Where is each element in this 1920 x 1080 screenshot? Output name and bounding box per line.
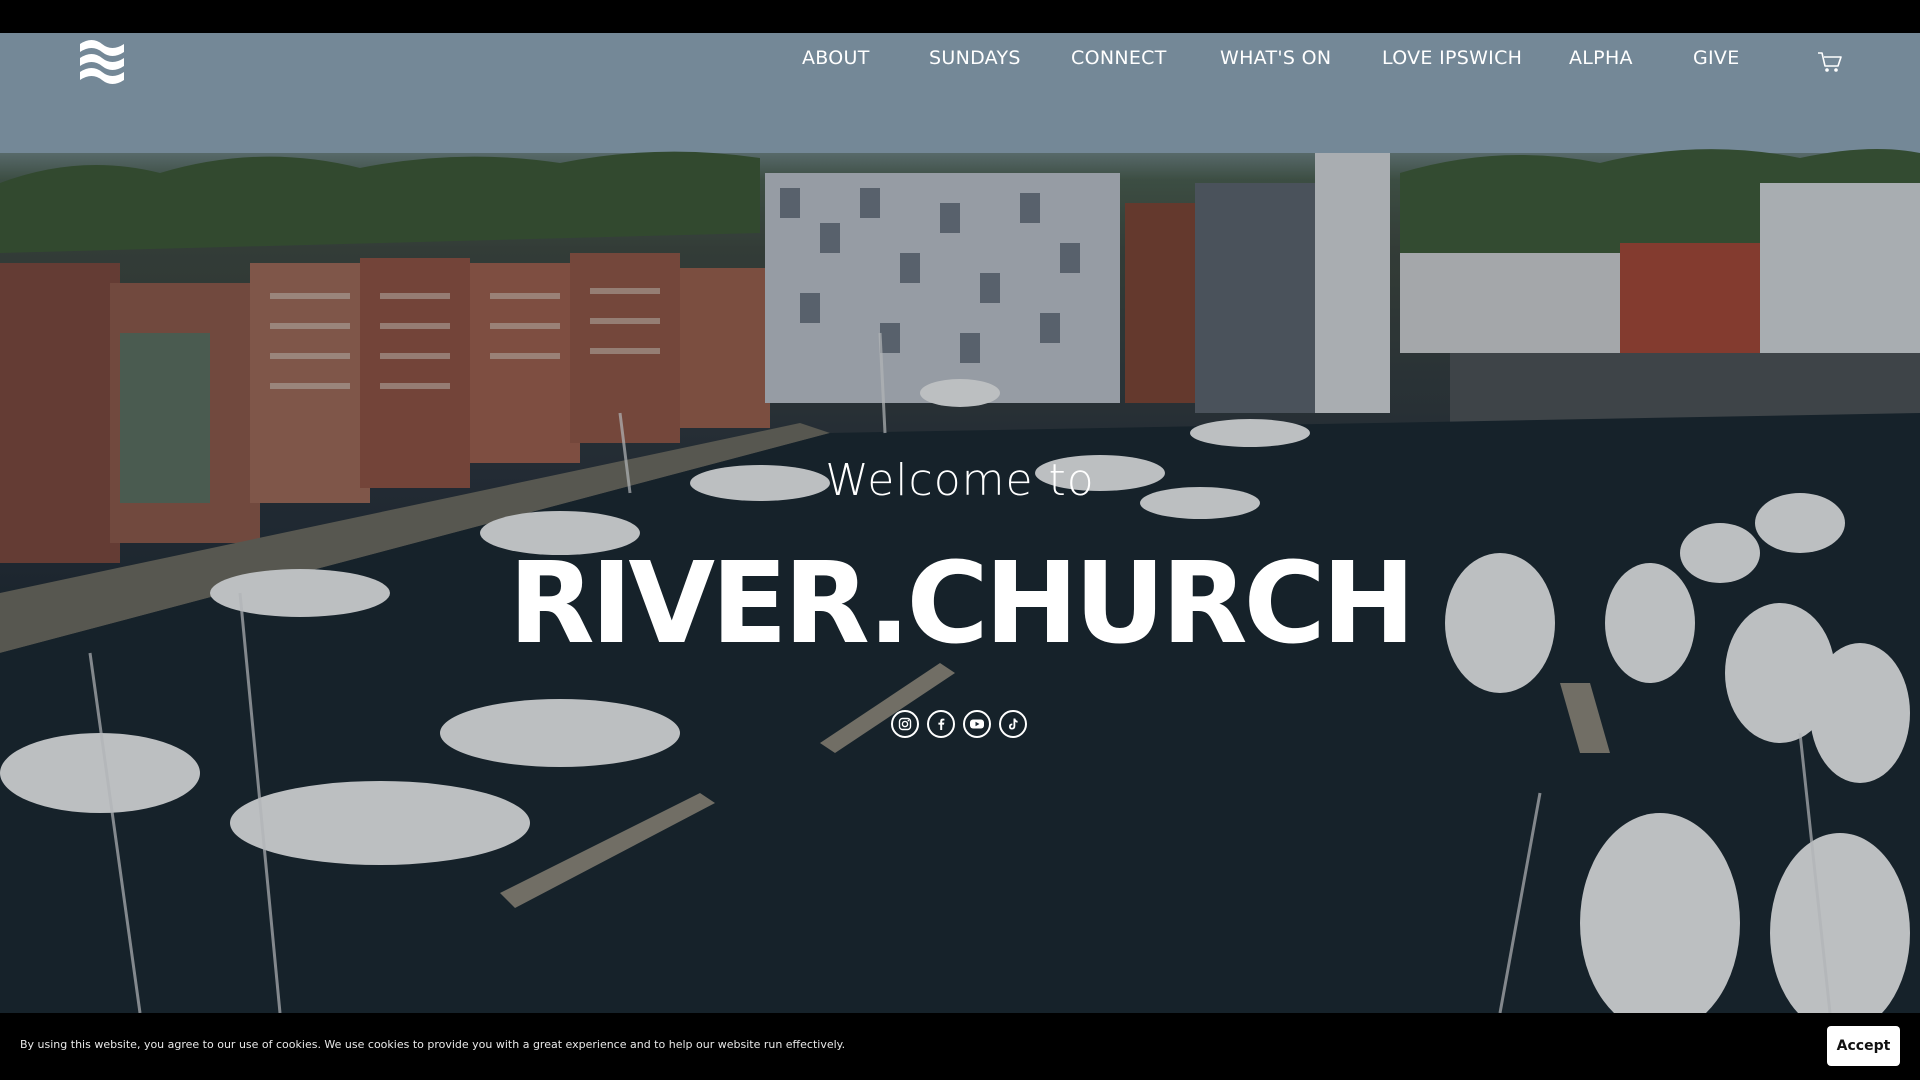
welcome-heading: Welcome to <box>825 455 1095 506</box>
nav-love-ipswich[interactable]: LOVE IPSWICH <box>1382 47 1522 69</box>
youtube-icon[interactable] <box>963 710 991 738</box>
top-strip <box>0 0 1920 33</box>
nav-connect[interactable]: CONNECT <box>1071 47 1167 69</box>
instagram-icon[interactable] <box>891 710 919 738</box>
nav-give[interactable]: GIVE <box>1693 47 1740 69</box>
nav-sundays[interactable]: SUNDAYS <box>929 47 1021 69</box>
brand-title: RIVER.CHURCH <box>508 539 1415 669</box>
tiktok-icon[interactable] <box>999 710 1027 738</box>
main-nav: ABOUT SUNDAYS CONNECT WHAT'S ON LOVE IPS… <box>0 47 1920 79</box>
hero-section <box>0 33 1920 1013</box>
social-links <box>891 710 1027 738</box>
nav-whats-on[interactable]: WHAT'S ON <box>1220 47 1331 69</box>
hero-overlay <box>0 33 1920 1013</box>
nav-about[interactable]: ABOUT <box>802 47 870 69</box>
nav-alpha[interactable]: ALPHA <box>1569 47 1633 69</box>
accept-cookies-button[interactable]: Accept <box>1827 1026 1900 1066</box>
facebook-icon[interactable] <box>927 710 955 738</box>
cookie-message: By using this website, you agree to our … <box>20 1038 846 1051</box>
cart-icon[interactable] <box>1817 50 1843 74</box>
cookie-banner: By using this website, you agree to our … <box>0 1013 1920 1080</box>
